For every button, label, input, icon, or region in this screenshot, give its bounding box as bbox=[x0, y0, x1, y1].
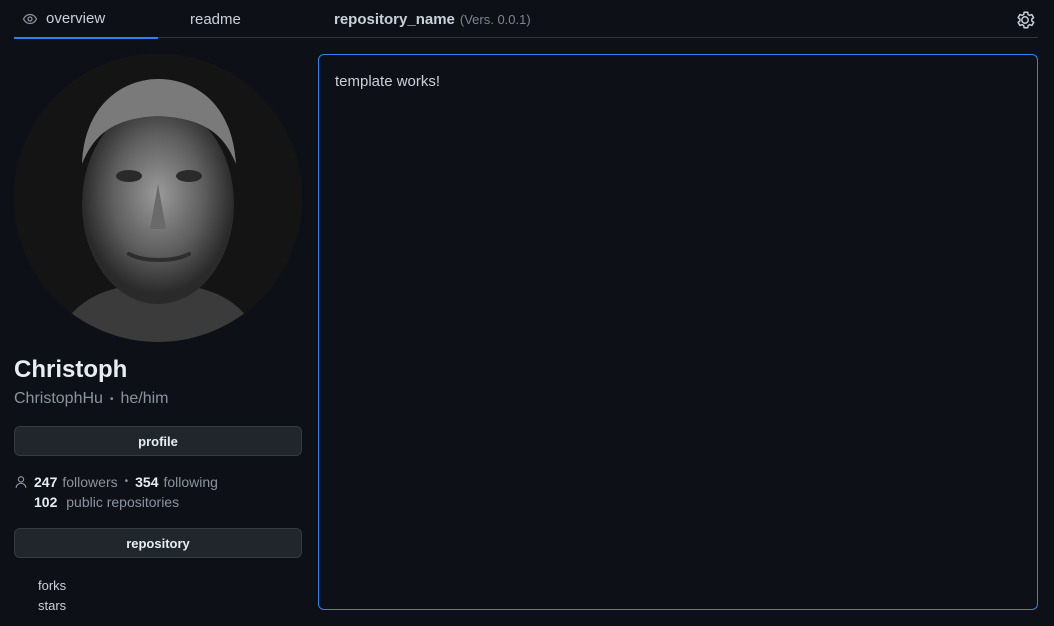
content-panel: template works! bbox=[318, 54, 1038, 610]
repo-name: repository_name bbox=[334, 10, 455, 28]
profile-name: Christoph bbox=[14, 356, 128, 383]
profile-button[interactable]: profile bbox=[14, 426, 302, 456]
link-forks[interactable]: forks bbox=[38, 576, 302, 596]
profile-pronouns: he/him bbox=[120, 390, 169, 407]
repos-label: public repositories bbox=[66, 494, 180, 510]
followers-label[interactable]: followers bbox=[62, 472, 117, 492]
person-icon bbox=[14, 475, 28, 489]
profile-username: ChristophHu bbox=[14, 390, 103, 407]
repo-title: repository_name (Vers. 0.0.1) bbox=[334, 0, 531, 38]
tab-overview-label: overview bbox=[46, 10, 106, 27]
profile-subline: ChristophHu • he/him bbox=[14, 390, 302, 408]
followers-count[interactable]: 247 bbox=[34, 472, 57, 492]
following-label[interactable]: following bbox=[163, 472, 217, 492]
top-navigation: overview readme repository_name (Vers. 0… bbox=[14, 0, 1038, 39]
separator-dot: • bbox=[124, 476, 129, 487]
tab-readme-label: readme bbox=[190, 10, 241, 28]
repos-count: 102 bbox=[34, 494, 58, 510]
avatar bbox=[14, 54, 302, 342]
gear-icon[interactable] bbox=[1014, 9, 1036, 31]
profile-stats: 247 followers • 354 following 102 public… bbox=[14, 472, 302, 512]
content-text: template works! bbox=[335, 73, 441, 90]
repository-links: forks stars bbox=[14, 576, 302, 616]
repository-button[interactable]: repository bbox=[14, 528, 302, 558]
tab-overview[interactable]: overview bbox=[14, 0, 158, 39]
following-count[interactable]: 354 bbox=[135, 472, 158, 492]
eye-icon bbox=[22, 11, 38, 27]
profile-sidebar: Christoph ChristophHu • he/him profile 2… bbox=[14, 54, 302, 616]
link-stars[interactable]: stars bbox=[38, 596, 302, 616]
separator-dot: • bbox=[109, 393, 114, 405]
tab-readme[interactable]: readme bbox=[190, 0, 241, 38]
repo-version: (Vers. 0.0.1) bbox=[459, 11, 531, 27]
